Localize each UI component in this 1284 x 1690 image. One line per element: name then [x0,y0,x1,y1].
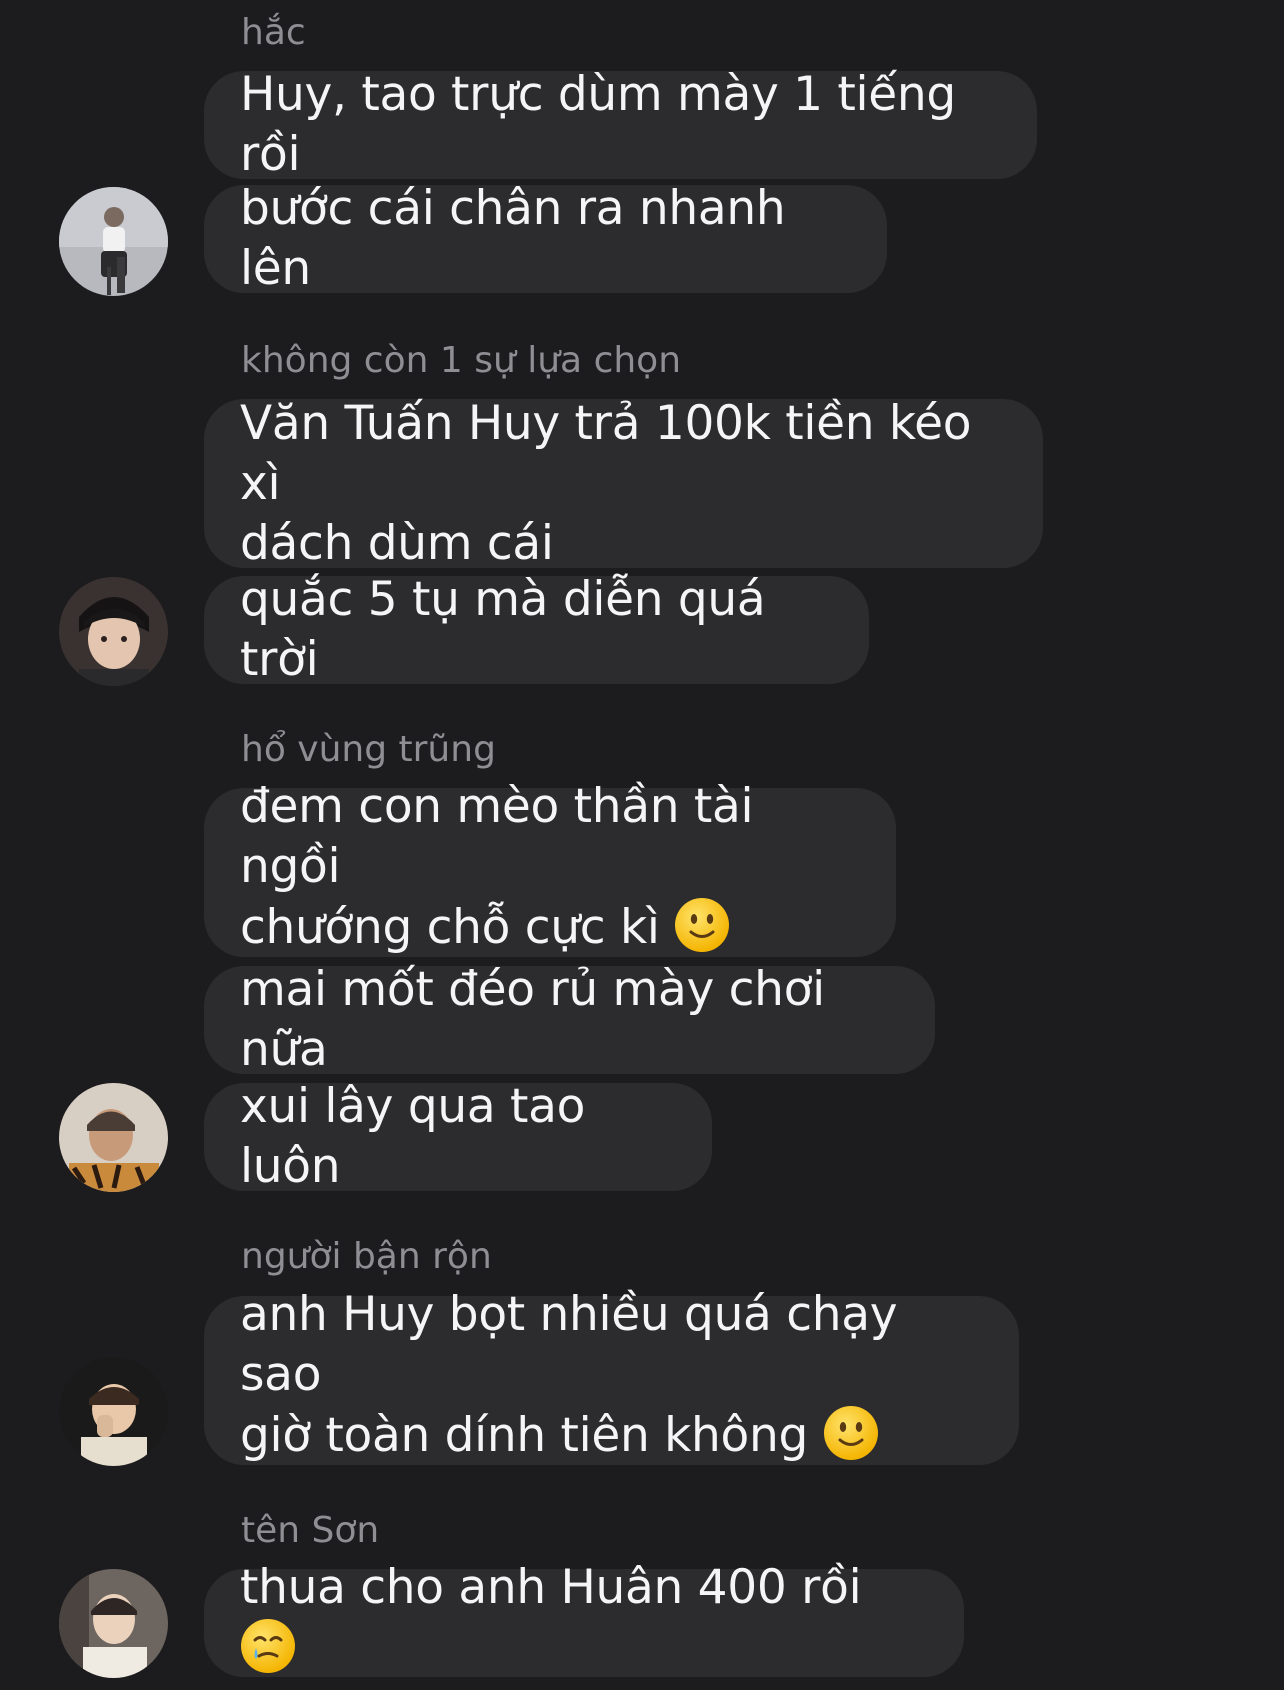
message-text: đem con mèo thần tài ngồi chướng chỗ cực… [240,777,860,968]
slightly-smiling-face-icon [823,1405,879,1476]
smiling-face-with-tear-icon [240,1618,296,1689]
sender-name: hổ vùng trũng [241,729,496,770]
sender-name: hắc [241,12,306,53]
message-text: quắc 5 tụ mà diễn quá trời [240,572,781,687]
message-text-content: thua cho anh Huân 400 rồi [240,1559,862,1615]
sender-name: người bận rộn [241,1236,492,1277]
avatar[interactable] [59,1083,168,1192]
message-bubble[interactable]: anh Huy bọt nhiều quá chạy sao giờ toàn … [204,1287,1019,1465]
message-text: bước cái chân ra nhanh lên [240,181,801,296]
avatar[interactable] [59,1569,168,1678]
message-text: anh Huy bọt nhiều quá chạy sao giờ toàn … [240,1285,983,1476]
sender-name: tên Sơn [241,1510,380,1551]
slightly-smiling-face-icon [674,897,730,968]
avatar[interactable] [59,577,168,686]
sender-name: không còn 1 sự lựa chọn [241,340,682,381]
message-text-content: anh Huy bọt nhiều quá chạy sao giờ toàn … [240,1287,898,1463]
message-bubble[interactable]: Huy, tao trực dùm mày 1 tiếng rồi [204,67,1037,182]
message-text: mai mốt đéo rủ mày chơi nữa [240,962,840,1077]
message-text: xui lây qua tao luôn [240,1079,600,1194]
message-bubble[interactable]: đem con mèo thần tài ngồi chướng chỗ cực… [204,779,896,957]
message-bubble[interactable]: bước cái chân ra nhanh lên [204,181,887,296]
chat-thread: hắc Huy, tao trực dùm mày 1 tiếng rồi bư… [0,0,1284,1690]
message-bubble[interactable]: xui lây qua tao luôn [204,1079,712,1194]
message-bubble[interactable]: quắc 5 tụ mà diễn quá trời [204,572,869,687]
message-bubble[interactable]: thua cho anh Huân 400 rồi [204,1560,964,1677]
message-bubble[interactable]: Văn Tuấn Huy trả 100k tiền kéo xì dách d… [204,396,1043,571]
avatar[interactable] [59,1357,168,1466]
message-text: Huy, tao trực dùm mày 1 tiếng rồi [240,67,971,182]
message-text: Văn Tuấn Huy trả 100k tiền kéo xì dách d… [240,395,972,571]
message-bubble[interactable]: mai mốt đéo rủ mày chơi nữa [204,962,935,1077]
message-text: thua cho anh Huân 400 rồi [240,1558,928,1689]
avatar[interactable] [59,187,168,296]
